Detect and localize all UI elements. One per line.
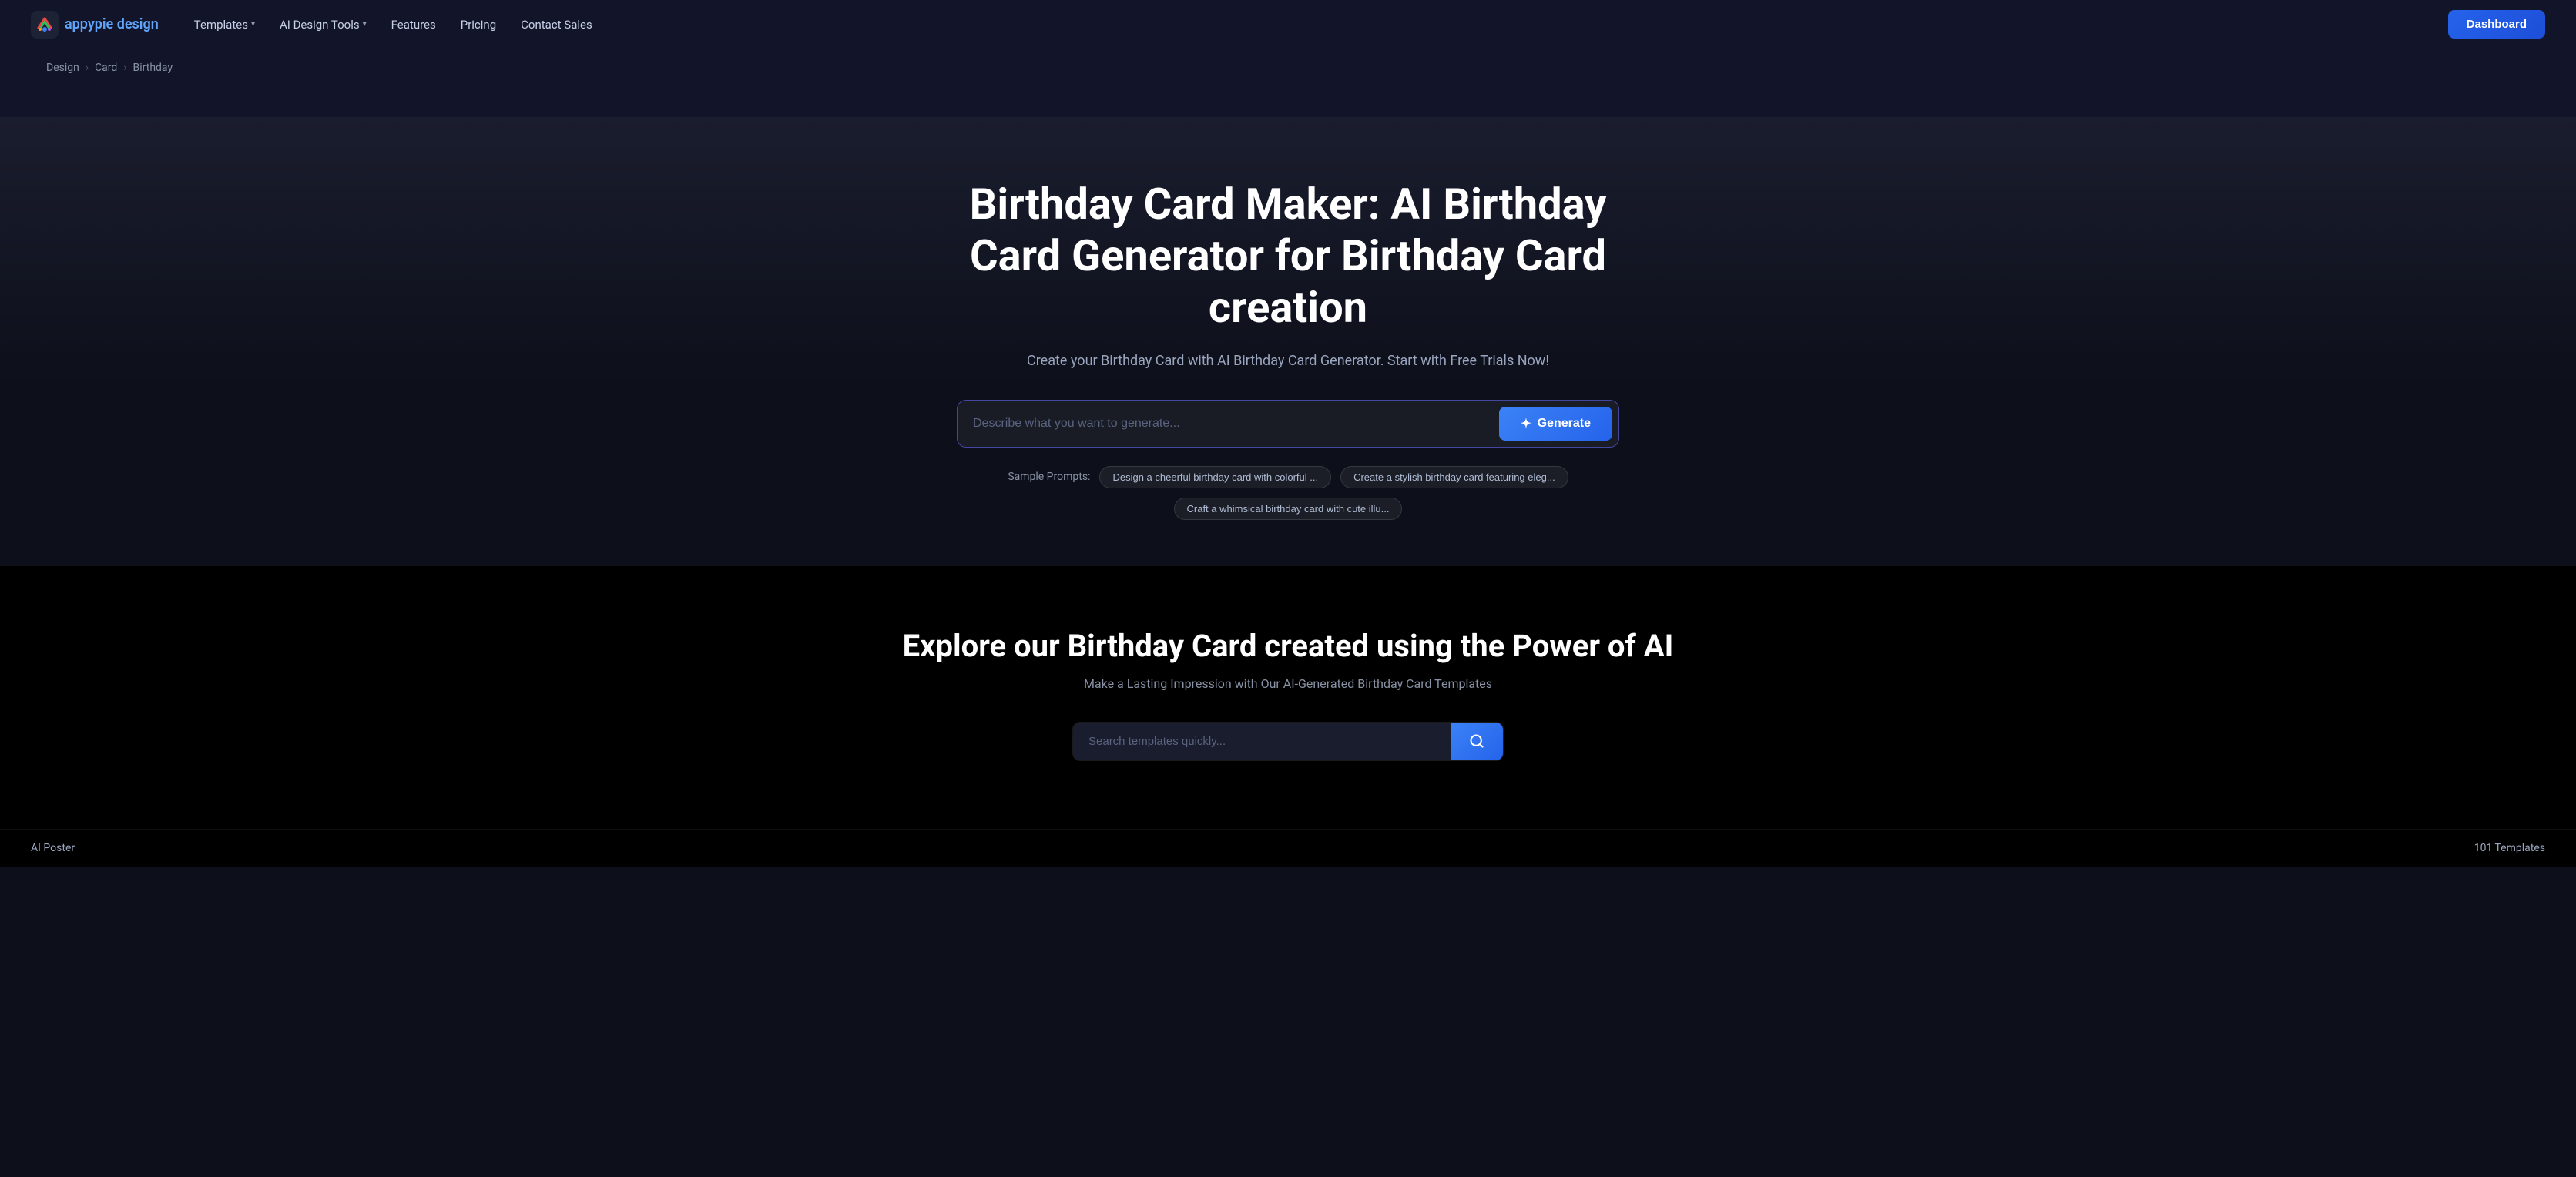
nav-links: Templates ▾ AI Design Tools ▾ Features P… (183, 12, 603, 38)
prompts-label: Sample Prompts: (1008, 471, 1090, 483)
chevron-down-icon: ▾ (363, 20, 367, 29)
logo-text: appypie design (65, 16, 159, 32)
search-input[interactable] (1073, 723, 1451, 760)
nav-link-templates[interactable]: Templates ▾ (183, 12, 266, 38)
prompt-chip-1[interactable]: Design a cheerful birthday card with col… (1099, 466, 1331, 488)
prompt-chip-2[interactable]: Create a stylish birthday card featuring… (1340, 466, 1568, 488)
nav-link-ai-design-tools[interactable]: AI Design Tools ▾ (269, 12, 377, 38)
navbar-left: appypie design Templates ▾ AI Design Too… (31, 11, 603, 39)
hero-title: Birthday Card Maker: AI Birthday Card Ge… (941, 179, 1635, 334)
chevron-down-icon: ▾ (251, 20, 255, 29)
templates-count: 101 Templates (2474, 842, 2545, 854)
sparkle-icon: ✦ (1521, 416, 1531, 431)
prompt-chip-3[interactable]: Craft a whimsical birthday card with cut… (1174, 498, 1403, 520)
explore-subtitle: Make a Lasting Impression with Our AI-Ge… (31, 676, 2545, 691)
breadcrumb-separator-1: › (86, 62, 89, 74)
search-wrapper (1072, 722, 1504, 761)
logo[interactable]: appypie design (31, 11, 159, 39)
explore-title: Explore our Birthday Card created using … (31, 628, 2545, 664)
nav-link-features[interactable]: Features (381, 12, 447, 38)
nav-link-pricing[interactable]: Pricing (450, 12, 507, 38)
explore-section: Explore our Birthday Card created using … (0, 566, 2576, 829)
sample-prompts: Sample Prompts: Design a cheerful birthd… (957, 466, 1619, 520)
hero-subtitle: Create your Birthday Card with AI Birthd… (31, 353, 2545, 369)
bottom-bar: AI Poster 101 Templates (0, 829, 2576, 867)
navbar: appypie design Templates ▾ AI Design Too… (0, 0, 2576, 49)
generate-wrapper: ✦ Generate (957, 400, 1619, 448)
generate-button[interactable]: ✦ Generate (1499, 407, 1612, 441)
breadcrumb-design[interactable]: Design (46, 62, 79, 74)
hero-section: Birthday Card Maker: AI Birthday Card Ge… (0, 117, 2576, 566)
generate-input[interactable] (973, 411, 1499, 437)
search-icon (1469, 733, 1484, 749)
breadcrumb-separator-2: › (123, 62, 126, 74)
ai-poster-label: AI Poster (31, 842, 75, 854)
logo-icon (31, 11, 59, 39)
dashboard-button[interactable]: Dashboard (2448, 10, 2545, 39)
breadcrumb-card[interactable]: Card (95, 62, 117, 74)
nav-link-contact-sales[interactable]: Contact Sales (510, 12, 603, 38)
search-button[interactable] (1451, 723, 1503, 760)
breadcrumb: Design › Card › Birthday (31, 62, 2545, 74)
breadcrumb-birthday[interactable]: Birthday (133, 62, 173, 74)
